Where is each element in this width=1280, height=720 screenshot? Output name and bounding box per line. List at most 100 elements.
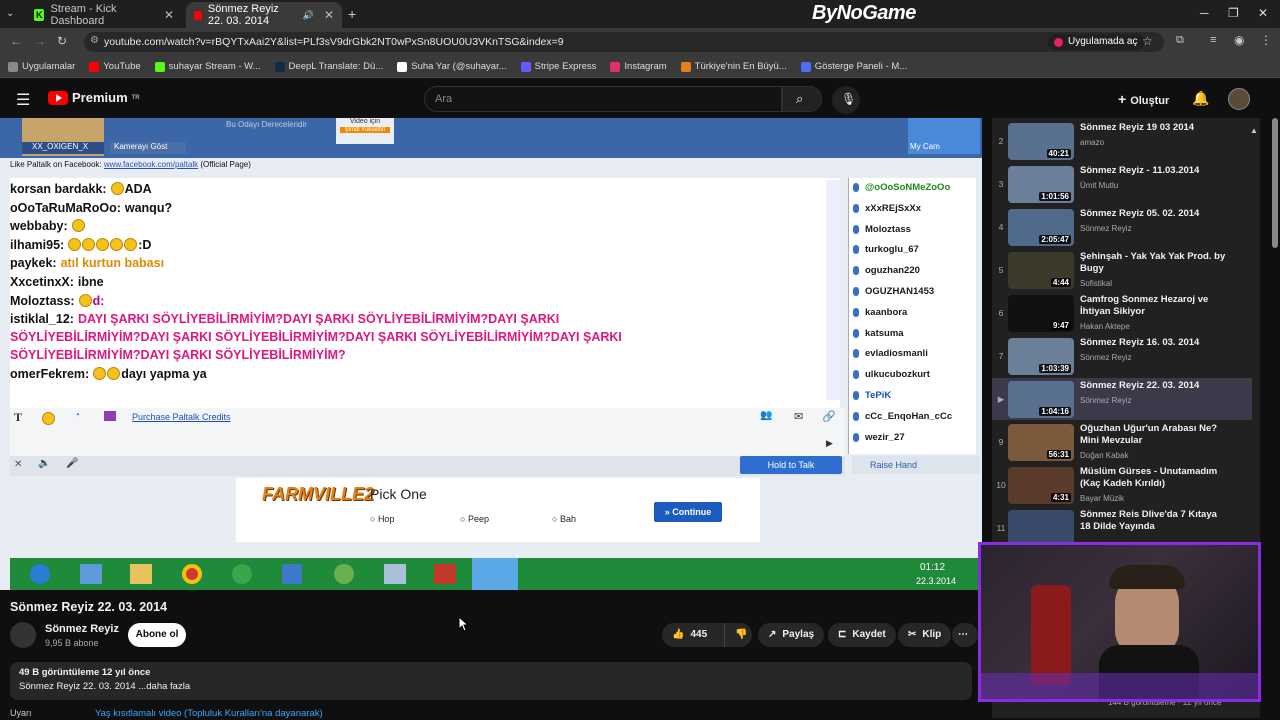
create-button[interactable]: + Oluştur — [1118, 88, 1169, 110]
playlist-channel: amazo — [1080, 138, 1105, 147]
speaker-icon[interactable]: 🔊 — [303, 10, 314, 21]
dislike-button[interactable]: 👎 — [724, 623, 752, 647]
bookmark-item[interactable]: YouTube — [89, 61, 141, 72]
playlist-item[interactable]: 5 4:44 Şehinşah - Yak Yak Yak Prod. by Bug… — [992, 249, 1252, 291]
playlist-thumbnail: 56:31 — [1008, 424, 1074, 461]
playlist-item[interactable]: 9 56:31 Oğuzhan Uğur'un Arabası Ne? Mini M… — [992, 421, 1252, 463]
explorer-icon — [80, 564, 102, 584]
bookmark-favicon-icon — [800, 61, 811, 72]
playlist-index: 4 — [998, 222, 1004, 232]
bookmark-item[interactable]: suhayar Stream - W... — [154, 61, 261, 72]
playlist-thumbnail: 1:04:16 — [1008, 381, 1074, 418]
tab-search-icon[interactable]: ⌄ — [6, 8, 14, 19]
chat-message: DAYI ŞARKI SÖYLİYEBİLİRMİYİM?DAYI ŞARKI … — [77, 312, 560, 326]
hamburger-menu-icon[interactable]: ☰ — [16, 90, 30, 110]
chat-line: paykek: atıl kurtun babası — [10, 256, 164, 270]
back-icon[interactable]: ← — [10, 34, 22, 48]
playlist-item[interactable]: 10 4:31 Müslüm Gürses - Unutamadım (Kaç Ka… — [992, 464, 1252, 506]
profile-icon[interactable]: ◉ — [1234, 33, 1244, 47]
page-scrollbar[interactable] — [1272, 118, 1278, 248]
media-icon[interactable]: ≡ — [1210, 34, 1216, 46]
gaming-chair — [1031, 585, 1071, 685]
mic-small-icon: 🎤 — [66, 458, 79, 469]
menu-icon[interactable]: ⋮ — [1260, 33, 1272, 47]
maximize-icon[interactable]: ❐ — [1228, 6, 1239, 20]
playlist-item[interactable]: 7 1:03:39 Sönmez Reyiz 16. 03. 2014 Sönmez … — [992, 335, 1252, 377]
share-label: Paylaş — [782, 629, 815, 640]
show-camera-button: Kamerayı Göst — [110, 142, 186, 154]
channel-name[interactable]: Sönmez Reyiz — [45, 623, 119, 635]
new-tab-button[interactable]: + — [348, 6, 356, 22]
user-list-item: evladiosmanli — [853, 348, 928, 360]
search-input[interactable]: Ara — [424, 86, 782, 112]
chat-username: paykek: — [10, 256, 57, 270]
purchase-credits-link: Purchase Paltalk Credits — [132, 412, 231, 422]
age-restriction-link[interactable]: Yaş kısıtlamalı video (Topluluk Kurallar… — [95, 708, 323, 719]
chat-message: SÖYLİYEBİLİRMİYİM?DAYI ŞARKI SÖYLİYEBİLİ… — [10, 348, 346, 362]
bookmark-item[interactable]: Stripe Express — [520, 61, 596, 72]
smiley-emoji-icon — [78, 294, 92, 307]
playlist-title: Camfrog Sonmez Hezaroj ve İhtiyan Sikiyo… — [1080, 294, 1209, 317]
save-button[interactable]: ⊏ Kaydet — [828, 623, 896, 647]
subscribe-button[interactable]: Abone ol — [128, 623, 186, 647]
continue-label: Continue — [672, 507, 712, 517]
bookmark-item[interactable]: Suha Yar (@suhayar... — [397, 61, 507, 72]
smiley-emoji-icon — [124, 238, 138, 251]
bookmark-label: Uygulamalar — [22, 61, 76, 72]
bookmark-item[interactable]: DeepL Translate: Dü... — [274, 61, 383, 72]
reload-icon[interactable]: ↻ — [57, 34, 67, 48]
bookmark-item[interactable]: Instagram — [610, 61, 667, 72]
description-box[interactable]: 49 B görüntüleme 12 yıl önce Sönmez Reyi… — [10, 662, 972, 700]
bookmark-label: Gösterge Paneli - M... — [814, 61, 908, 72]
subscriber-count: 9,95 B abone — [45, 638, 99, 648]
channel-avatar[interactable] — [10, 622, 36, 648]
extensions-icon[interactable]: ⧉ — [1176, 34, 1184, 47]
account-avatar[interactable] — [1228, 88, 1250, 110]
like-button[interactable]: 👍 445 — [662, 623, 724, 647]
close-icon[interactable]: ✕ — [324, 8, 334, 22]
close-window-icon[interactable]: ✕ — [1258, 6, 1268, 20]
clip-button[interactable]: ✂ Klip — [898, 623, 952, 647]
bookmark-favicon-icon — [89, 61, 100, 72]
bookmark-label: Instagram — [624, 61, 667, 72]
playlist-item[interactable]: 3 1:01:56 Sönmez Reyiz - 11.03.2014 Ümit Mu… — [992, 163, 1252, 205]
playlist-item[interactable]: 6 9:47 Camfrog Sonmez Hezaroj ve İhtiyan S… — [992, 292, 1252, 334]
search-button[interactable]: ⌕ — [782, 86, 822, 112]
chat-line: Moloztass: d: — [10, 294, 104, 308]
user-list-item: turkoglu_67 — [853, 244, 919, 256]
thumbs-down-icon: 👎 — [735, 629, 748, 640]
close-icon[interactable]: ✕ — [164, 8, 174, 22]
playlist-scroll-up-icon[interactable]: ▲ — [1250, 126, 1258, 135]
tab-kick-dashboard[interactable]: K Stream - Kick Dashboard ✕ — [26, 2, 182, 28]
playlist-index: 3 — [998, 179, 1004, 189]
playlist-item[interactable]: 2 40:21 Sönmez Reyiz 19 03 2014 amazo — [992, 120, 1252, 162]
folder-icon — [130, 564, 152, 584]
playlist-item[interactable]: 4 2:05:47 Sönmez Reyiz 05. 02. 2014 Sönmez … — [992, 206, 1252, 248]
paltalk-taskbar-icon — [472, 558, 518, 590]
video-player[interactable]: XX_OXIGEN_X Kamerayı Göst Bu Odayı Derec… — [0, 118, 982, 590]
voice-search-button[interactable]: 🎙 — [832, 86, 860, 114]
playlist-item[interactable]: ▶ 1:04:16 Sönmez Reyiz 22. 03. 2014 Sönmez … — [992, 378, 1252, 420]
bookmark-item[interactable]: Gösterge Paneli - M... — [800, 61, 908, 72]
share-button[interactable]: ↗ Paylaş — [758, 623, 825, 647]
bookmark-star-icon[interactable]: ☆ — [1142, 34, 1153, 48]
notifications-bell-icon[interactable]: 🔔 — [1192, 90, 1209, 107]
bynogame-logo: ByNoGame — [812, 2, 916, 24]
tab-youtube-video[interactable]: Sönmez Reyiz 22. 03. 2014 🔊 ✕ — [186, 2, 342, 28]
site-info-icon[interactable]: ⚙ — [90, 35, 99, 46]
bookmark-favicon-icon — [8, 61, 18, 72]
nudge-icon: ◔ — [74, 410, 81, 421]
url-bar[interactable]: youtube.com/watch?v=rBQYTxAai2Y&list=PLf… — [84, 32, 1164, 52]
playlist-thumbnail: 1:03:39 — [1008, 338, 1074, 375]
users-icon: 👥 — [760, 410, 773, 421]
minimize-icon[interactable]: ─ — [1200, 6, 1209, 20]
bookmark-label: YouTube — [103, 61, 141, 72]
bookmark-item[interactable]: Türkiye'nin En Büyü... — [680, 61, 787, 72]
bookmark-item[interactable]: Uygulamalar — [8, 61, 75, 72]
youtube-premium-logo[interactable]: Premium TR — [48, 90, 140, 105]
bookmark-favicon-icon — [154, 61, 165, 72]
open-in-app-button[interactable]: Uygulamada aç — [1048, 34, 1146, 50]
forward-icon[interactable]: → — [34, 34, 46, 48]
more-actions-button[interactable]: ⋯ — [952, 623, 978, 647]
chat-message: ibne — [77, 275, 104, 289]
